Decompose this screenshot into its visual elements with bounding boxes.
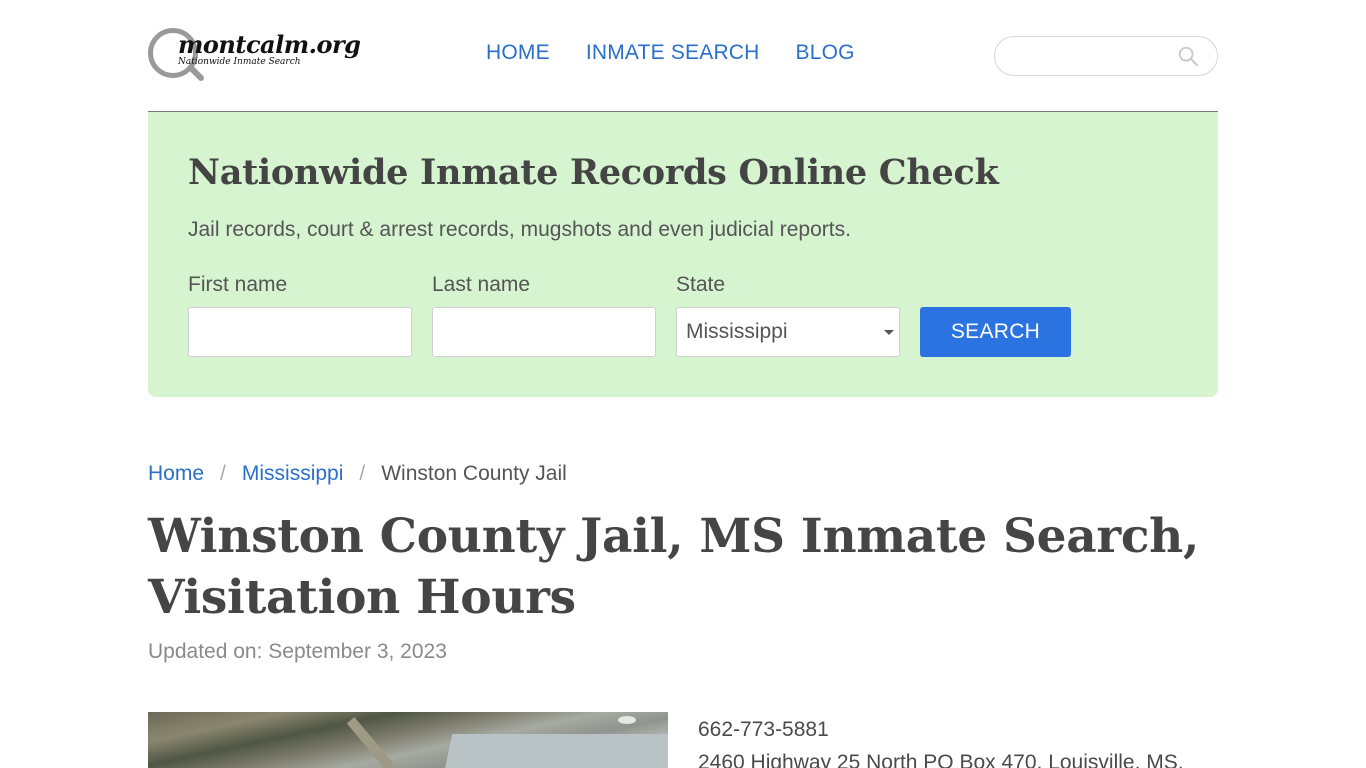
last-name-label: Last name xyxy=(432,273,531,296)
first-name-field-wrap xyxy=(188,307,412,357)
contact-phone[interactable]: 662-773-5881 xyxy=(698,713,1184,746)
breadcrumb-home[interactable]: Home xyxy=(148,462,204,486)
breadcrumb-separator: / xyxy=(359,462,366,485)
search-icon[interactable] xyxy=(1177,45,1199,67)
site-logo[interactable]: montcalm.org Nationwide Inmate Search xyxy=(148,26,361,86)
contact-info: 662-773-5881 2460 Highway 25 North PO Bo… xyxy=(698,713,1184,768)
image-tank xyxy=(618,716,636,724)
nav-home[interactable]: HOME xyxy=(486,41,550,65)
state-label: State xyxy=(676,273,726,296)
header-search-input[interactable] xyxy=(1009,37,1179,75)
hero-title: Nationwide Inmate Records Online Check xyxy=(188,152,999,193)
breadcrumb-separator: / xyxy=(220,462,226,485)
header-search xyxy=(994,36,1218,76)
contact-address: 2460 Highway 25 North PO Box 470, Louisv… xyxy=(698,751,1184,768)
main-nav: HOME INMATE SEARCH BLOG xyxy=(486,41,855,65)
search-hero: Nationwide Inmate Records Online Check J… xyxy=(148,112,1218,397)
nav-blog[interactable]: BLOG xyxy=(796,41,855,65)
breadcrumb-current: Winston County Jail xyxy=(381,462,567,485)
first-name-label: First name xyxy=(188,273,288,296)
image-road xyxy=(346,716,400,768)
logo-subtitle: Nationwide Inmate Search xyxy=(178,57,301,67)
updated-date: Updated on: September 3, 2023 xyxy=(148,640,447,663)
logo-title: montcalm.org xyxy=(178,30,361,59)
breadcrumb: Home / Mississippi / Winston County Jail xyxy=(148,462,567,486)
breadcrumb-state[interactable]: Mississippi xyxy=(242,462,344,486)
first-name-field[interactable] xyxy=(189,308,411,356)
site-header: montcalm.org Nationwide Inmate Search HO… xyxy=(148,0,1218,112)
state-select[interactable]: Mississippi xyxy=(676,307,900,357)
chevron-down-icon xyxy=(884,330,894,335)
last-name-field-wrap xyxy=(432,307,656,357)
facility-aerial-image xyxy=(148,712,668,768)
search-button[interactable]: SEARCH xyxy=(920,307,1071,357)
image-building-roof xyxy=(443,734,668,768)
state-select-value: Mississippi xyxy=(686,320,788,343)
page-title: Winston County Jail, MS Inmate Search, V… xyxy=(148,509,1200,625)
last-name-field[interactable] xyxy=(433,308,655,356)
nav-inmate-search[interactable]: INMATE SEARCH xyxy=(586,41,760,65)
hero-subtitle: Jail records, court & arrest records, mu… xyxy=(188,218,851,241)
